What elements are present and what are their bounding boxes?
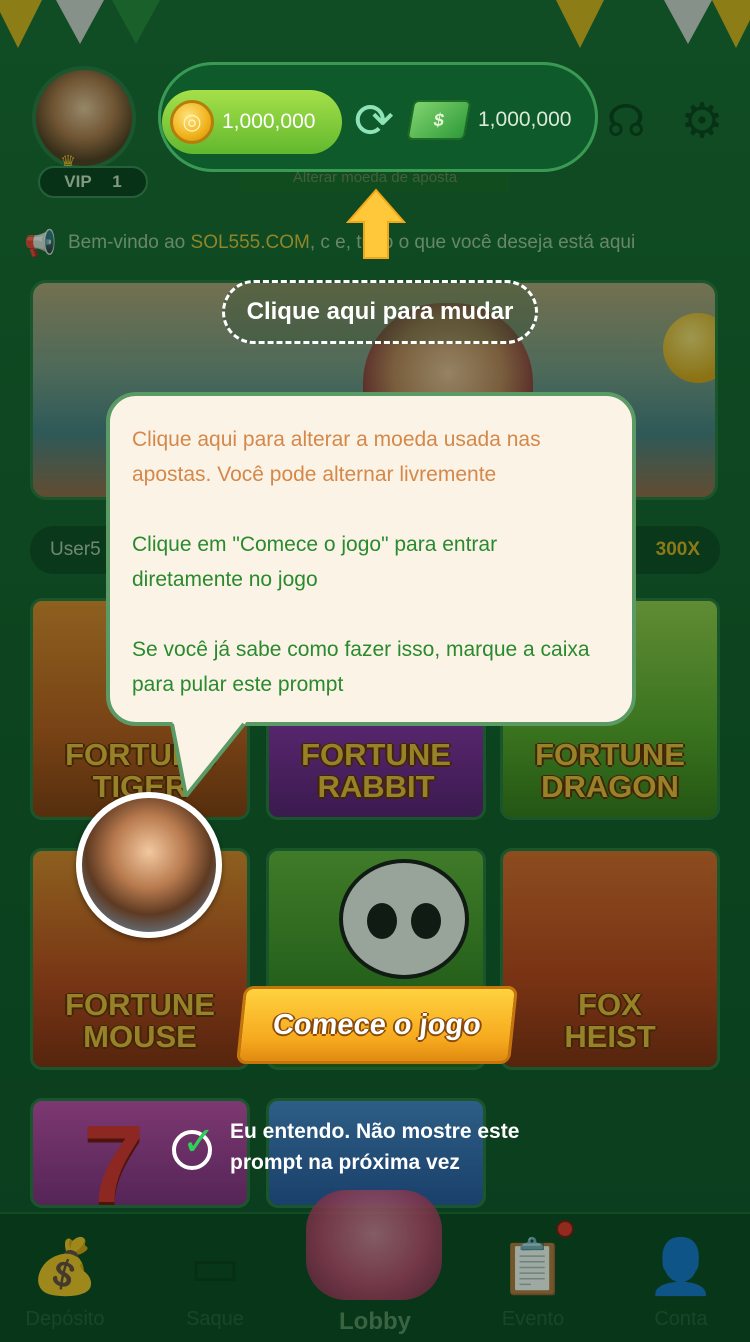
cash-balance: 1,000,000 <box>478 108 572 131</box>
checkmark-icon: ✓ <box>182 1120 216 1164</box>
coin-balance-pill-highlight[interactable]: ◎ 1,000,000 <box>162 90 342 154</box>
tutorial-line-1: Clique aqui para alterar a moeda usada n… <box>132 428 541 486</box>
arrow-up-icon <box>346 188 406 259</box>
tutorial-line-2: Clique em "Comece o jogo" para entrar di… <box>132 533 498 591</box>
swap-currency-icon[interactable]: ⟳ <box>346 94 402 150</box>
cash-icon: $ <box>406 100 472 140</box>
tutorial-line-3: Se você já sabe como fazer isso, marque … <box>132 638 590 696</box>
tutorial-bubble: Clique aqui para alterar a moeda usada n… <box>106 392 636 726</box>
coin-icon: ◎ <box>170 100 214 144</box>
bubble-tail <box>170 720 248 798</box>
skip-prompt-checkbox[interactable]: ✓ <box>172 1122 216 1170</box>
start-game-button[interactable]: Comece o jogo <box>235 986 519 1064</box>
app-root: ♛ VIP 1 ◎ 1,000,000 ⟳ $ 1,000,000 Altera… <box>0 0 750 1342</box>
coin-balance: 1,000,000 <box>222 110 316 133</box>
start-game-label: Comece o jogo <box>271 1008 483 1041</box>
skip-prompt-row[interactable]: ✓ Eu entendo. Não mostre este prompt na … <box>172 1116 592 1180</box>
guide-avatar <box>76 792 222 938</box>
click-here-tag: Clique aqui para mudar <box>222 280 538 344</box>
skip-prompt-label: Eu entendo. Não mostre este prompt na pr… <box>230 1120 520 1174</box>
